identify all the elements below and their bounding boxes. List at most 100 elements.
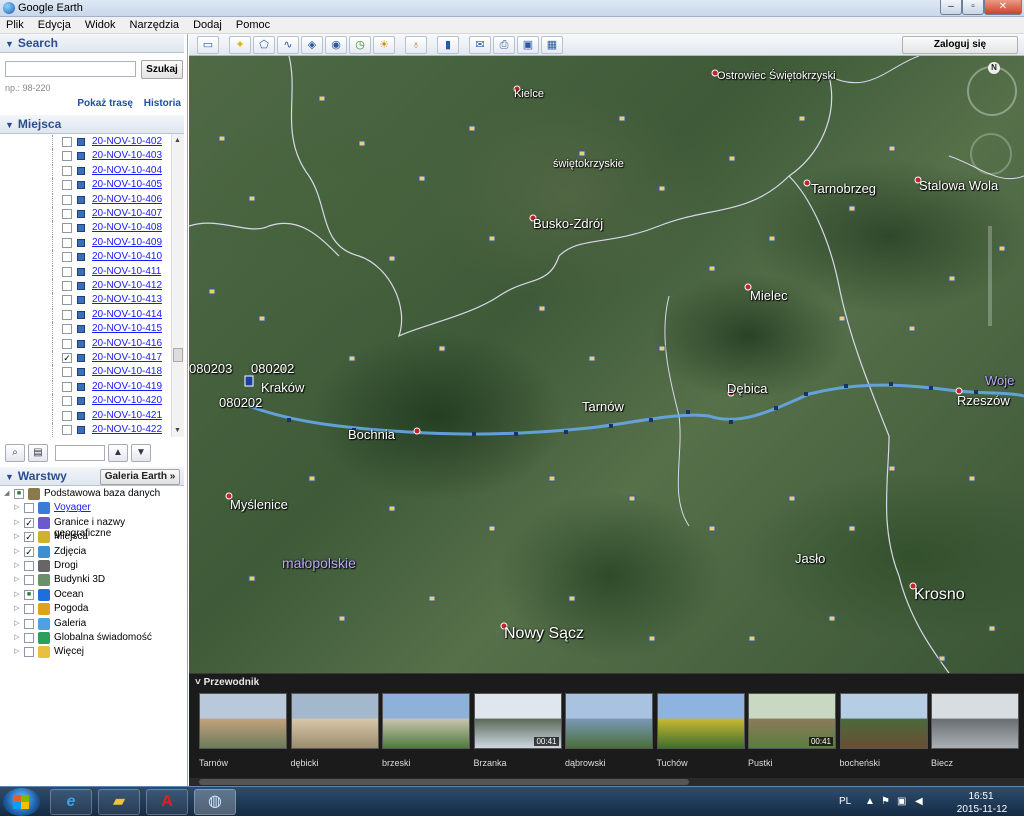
place-item[interactable]: 20-NOV-10-416 [0, 336, 170, 351]
place-checkbox[interactable] [62, 425, 72, 435]
tour-thumbnail-label[interactable]: dębicki [291, 758, 319, 768]
place-label[interactable]: 20-NOV-10-409 [92, 237, 162, 248]
move-down-icon[interactable]: ▼ [131, 444, 151, 462]
tour-thumbnail-label[interactable]: brzeski [382, 758, 411, 768]
selected-placemark[interactable] [244, 375, 254, 387]
place-item[interactable]: 20-NOV-10-412 [0, 279, 170, 293]
place-item[interactable]: 20-NOV-10-409 [0, 235, 170, 250]
language-indicator[interactable]: PL [839, 796, 851, 807]
tour-thumbnail[interactable] [199, 693, 287, 749]
place-label[interactable]: 20-NOV-10-407 [92, 208, 162, 219]
place-item[interactable]: 20-NOV-10-402 [0, 135, 170, 149]
places-scrollbar[interactable]: ▲ ▼ [171, 134, 184, 437]
place-item[interactable]: 20-NOV-10-411 [0, 264, 170, 279]
layer-checkbox[interactable]: ■ [24, 589, 34, 600]
menu-view[interactable]: Widok [79, 17, 121, 31]
path-icon[interactable]: ∿ [277, 36, 299, 54]
place-label[interactable]: 20-NOV-10-412 [92, 280, 162, 291]
tour-scrollbar[interactable] [189, 778, 1024, 786]
place-checkbox[interactable] [62, 252, 72, 263]
place-item[interactable]: 20-NOV-10-421 [0, 408, 170, 423]
panel-view-icon[interactable]: ▤ [28, 444, 48, 462]
place-item[interactable]: 20-NOV-10-419 [0, 379, 170, 394]
look-control[interactable] [970, 133, 1012, 175]
google-earth-icon[interactable]: ◍ [194, 789, 236, 815]
place-checkbox[interactable] [62, 137, 72, 147]
tour-thumbnail-label[interactable]: Brzanka [474, 758, 507, 768]
start-button[interactable] [3, 788, 40, 816]
view-in-maps-icon[interactable]: ▦ [541, 36, 563, 54]
save-image-icon[interactable]: ▣ [517, 36, 539, 54]
expand-arrow-icon[interactable]: ▷ [14, 576, 20, 584]
tour-thumbnail[interactable] [290, 693, 379, 749]
places-panel-header[interactable]: ▼ Miejsca [0, 115, 184, 134]
layer-item[interactable]: ▷ ✓ Granice i nazwy geograficzne [0, 516, 184, 539]
file-explorer-icon[interactable]: ▰ [98, 789, 140, 815]
tour-thumbnail[interactable] [839, 693, 928, 749]
place-item[interactable]: 20-NOV-10-404 [0, 163, 170, 178]
layer-checkbox[interactable]: ✓ [24, 517, 34, 528]
clock-date[interactable]: 2015-11-12 [952, 804, 1012, 815]
layer-checkbox[interactable] [24, 618, 34, 629]
north-indicator[interactable]: N [988, 62, 1000, 74]
place-checkbox[interactable] [62, 281, 72, 291]
place-label[interactable]: 20-NOV-10-410 [92, 251, 162, 262]
place-checkbox[interactable] [62, 223, 72, 234]
place-item[interactable]: 20-NOV-10-422 [0, 423, 170, 437]
historical-imagery-icon[interactable]: ◷ [349, 36, 371, 54]
place-item[interactable]: 20-NOV-10-408 [0, 221, 170, 236]
menu-tools[interactable]: Narzędzia [124, 17, 185, 31]
layer-checkbox[interactable] [24, 503, 34, 514]
layer-checkbox[interactable] [24, 561, 34, 571]
tour-thumbnail[interactable] [931, 693, 1019, 749]
search-button[interactable]: Szukaj [141, 60, 183, 79]
place-checkbox[interactable] [62, 338, 72, 349]
layer-checkbox[interactable] [24, 604, 34, 615]
earth-gallery-button[interactable]: Galeria Earth » [100, 469, 180, 485]
place-checkbox[interactable] [62, 180, 72, 191]
place-label[interactable]: 20-NOV-10-403 [92, 150, 162, 161]
place-label[interactable]: 20-NOV-10-408 [92, 222, 162, 233]
layer-item[interactable]: ▷ ■ Ocean [0, 588, 184, 602]
place-item[interactable]: 20-NOV-10-415 [0, 322, 170, 337]
place-item[interactable]: 20-NOV-10-420 [0, 394, 170, 409]
place-item[interactable]: 20-NOV-10-413 [0, 293, 170, 308]
scroll-thumb[interactable] [173, 348, 183, 362]
place-checkbox[interactable] [62, 237, 72, 248]
ruler-icon[interactable]: ▮ [437, 36, 459, 54]
search-panel-header[interactable]: ▼ Search [0, 34, 184, 53]
place-item[interactable]: 20-NOV-10-414 [0, 307, 170, 322]
expand-arrow-icon[interactable]: ▷ [14, 605, 20, 613]
place-item[interactable]: 20-NOV-10-403 [0, 149, 170, 164]
layer-item[interactable]: ▷ ✓ Miejsca [0, 530, 184, 544]
network-icon[interactable]: ▣ [897, 796, 906, 807]
zoom-slider[interactable] [988, 226, 992, 326]
record-tour-icon[interactable]: ◉ [325, 36, 347, 54]
tour-thumbnail-label[interactable]: Tarnów [199, 758, 228, 768]
history-link[interactable]: Historia [144, 98, 181, 109]
expand-arrow-icon[interactable]: ▷ [14, 634, 20, 642]
minimize-button[interactable]: ‒ [940, 0, 962, 15]
tour-thumbnail-label[interactable]: Pustki [748, 758, 773, 768]
expand-arrow-icon[interactable]: ▷ [14, 648, 20, 656]
compass-control[interactable]: N [967, 62, 1017, 116]
place-checkbox[interactable] [62, 309, 72, 320]
search-places-icon[interactable]: ⌕ [5, 444, 25, 462]
place-label[interactable]: 20-NOV-10-421 [92, 410, 162, 421]
place-checkbox[interactable] [62, 324, 72, 335]
expand-arrow-icon[interactable]: ▷ [14, 533, 20, 541]
place-item[interactable]: 20-NOV-10-406 [0, 192, 170, 207]
print-icon[interactable]: ⎙ [493, 36, 515, 54]
tour-thumbnail[interactable]: 00:41 [748, 693, 836, 749]
tour-guide-header[interactable]: ˅ Przewodnik [195, 677, 259, 688]
polygon-icon[interactable]: ⬠ [253, 36, 275, 54]
layer-checkbox[interactable] [24, 633, 34, 643]
layer-item[interactable]: ▷ Voyager [0, 501, 184, 515]
layer-checkbox[interactable]: ✓ [24, 546, 34, 557]
planets-icon[interactable]: ♁ [405, 36, 427, 54]
place-item[interactable]: 20-NOV-10-407 [0, 207, 170, 221]
move-up-icon[interactable]: ▲ [108, 444, 128, 462]
expand-arrow-icon[interactable]: ▷ [14, 519, 20, 527]
layer-checkbox[interactable]: ✓ [24, 532, 34, 543]
tour-thumbnail[interactable]: 00:41 [473, 693, 562, 749]
